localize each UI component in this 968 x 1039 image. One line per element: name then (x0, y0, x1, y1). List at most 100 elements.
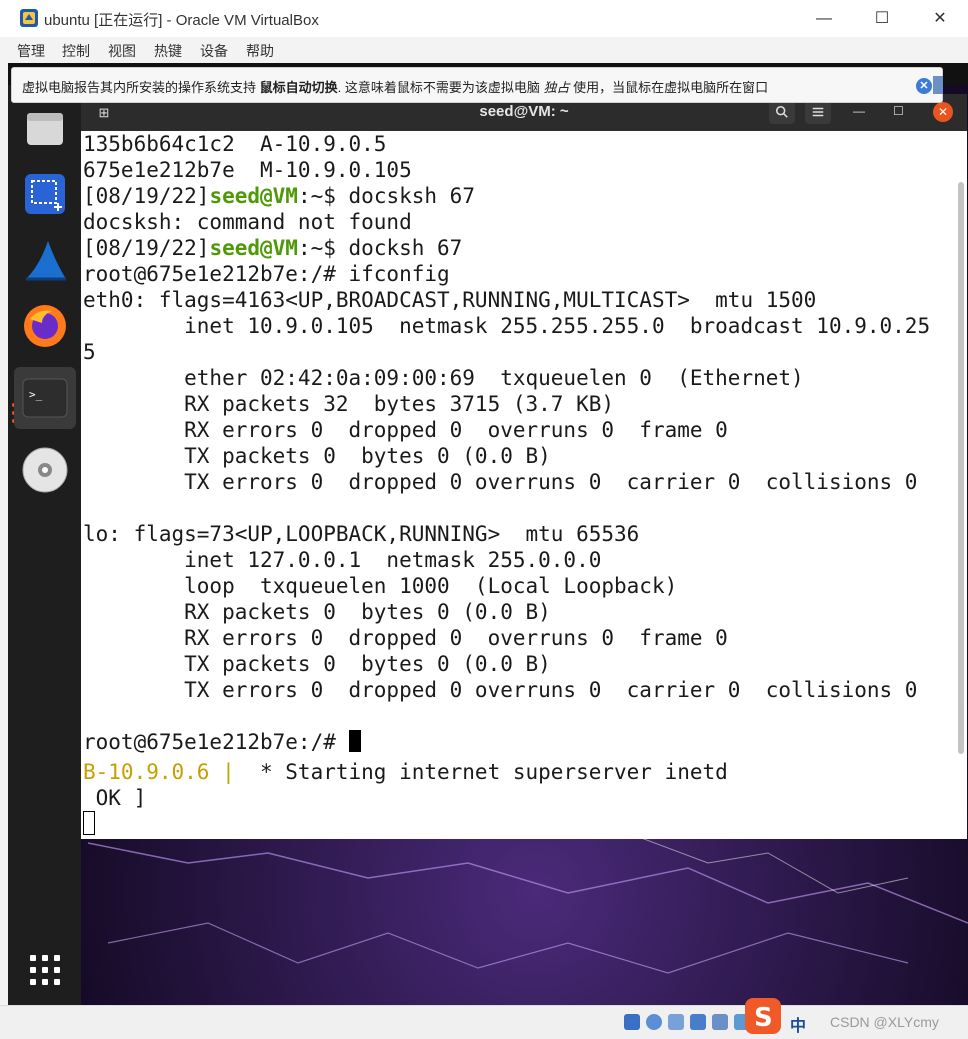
wireshark-app-icon[interactable] (20, 235, 70, 285)
terminal-line: docsksh: command not found (83, 209, 412, 235)
terminal-line: RX errors 0 dropped 0 overruns 0 frame 0 (83, 417, 728, 443)
output-text: TX errors 0 dropped 0 overruns 0 carrier… (83, 678, 918, 702)
prompt-user: seed@VM (209, 236, 298, 260)
output-text: inet 127.0.0.1 netmask 255.0.0.0 (83, 548, 602, 572)
menu-devices[interactable]: 设备 (200, 41, 228, 61)
network-icon[interactable] (690, 1014, 706, 1030)
terminal-line: inet 10.9.0.105 netmask 255.255.255.0 br… (83, 313, 930, 339)
screenshot-app-icon[interactable] (20, 169, 70, 219)
prompt-date: [08/19/22] (83, 184, 210, 208)
output-text: docsksh: command not found (83, 210, 412, 234)
notification-text: 虚拟电脑报告其内所安装的操作系统支持 鼠标自动切换. 这意味着鼠标不需要为该虚拟… (22, 80, 769, 95)
terminal-line: RX packets 32 bytes 3715 (3.7 KB) (83, 391, 614, 417)
notification-close-icon[interactable]: ✕ (916, 78, 932, 94)
search-icon[interactable] (769, 100, 795, 124)
terminal-app-icon[interactable]: >_ (14, 367, 76, 429)
terminal-line: root@675e1e212b7e:/# ifconfig (83, 261, 450, 287)
terminal-line: TX packets 0 bytes 0 (0.0 B) (83, 651, 551, 677)
maximize-icon[interactable]: ☐ (893, 104, 904, 118)
optical-disc-icon[interactable] (20, 445, 70, 495)
terminal-line: TX errors 0 dropped 0 overruns 0 carrier… (83, 677, 917, 703)
hollow-cursor (83, 811, 95, 835)
terminal-line: loop txqueuelen 1000 (Local Loopback) (83, 573, 677, 599)
output-text: 675e1e212b7e M-10.9.0.105 (83, 158, 412, 182)
terminal-window[interactable]: ⊞ seed@VM: ~ — ☐ ✕ 135b6b64c1c2 A-10.9.0… (81, 94, 967, 757)
terminal-line: [08/19/22]seed@VM:~$ docsksh 67 (83, 183, 475, 209)
output-text: RX errors 0 dropped 0 overruns 0 frame 0 (83, 418, 728, 442)
ime-language-indicator[interactable]: 中 (790, 1012, 806, 1036)
close-button[interactable]: ✕ (911, 0, 968, 37)
ubuntu-dock: >_ (8, 85, 81, 1005)
terminal-line: 675e1e212b7e M-10.9.0.105 (83, 157, 412, 183)
output-text: root@675e1e212b7e:/# (83, 730, 349, 754)
files-app-icon[interactable] (20, 103, 70, 153)
output-text: 5 (83, 340, 96, 364)
terminal-line: ether 02:42:0a:09:00:69 txqueuelen 0 (Et… (83, 365, 804, 391)
host-title-bar: ubuntu [正在运行] - Oracle VM VirtualBox — ☐… (0, 0, 968, 37)
menu-control[interactable]: 控制 (62, 41, 90, 61)
output-text: root@675e1e212b7e:/# ifconfig (83, 262, 450, 286)
output-text: 135b6b64c1c2 A-10.9.0.5 (83, 132, 387, 156)
output-text: loop txqueuelen 1000 (Local Loopback) (83, 574, 678, 598)
command-text: docsksh 67 (335, 184, 475, 208)
terminal-line: TX packets 0 bytes 0 (0.0 B) (83, 443, 551, 469)
maximize-button[interactable]: ☐ (853, 0, 911, 37)
output-text: RX errors 0 dropped 0 overruns 0 frame 0 (83, 626, 728, 650)
terminal-line: lo: flags=73<UP,LOOPBACK,RUNNING> mtu 65… (83, 521, 639, 547)
output-text: TX errors 0 dropped 0 overruns 0 carrier… (83, 470, 918, 494)
audio-icon[interactable] (668, 1014, 684, 1030)
mouse-integration-notification: 虚拟电脑报告其内所安装的操作系统支持 鼠标自动切换. 这意味着鼠标不需要为该虚拟… (11, 67, 943, 103)
output-text: RX packets 32 bytes 3715 (3.7 KB) (83, 392, 615, 416)
output-text: TX packets 0 bytes 0 (0.0 B) (83, 652, 551, 676)
vm-screen[interactable]: >_ ⊞ seed@VM: ~ — ☐ ✕ 135b6b64c1c2 A-10.… (8, 63, 968, 1005)
menu-manage[interactable]: 管理 (17, 41, 45, 61)
terminal-scrollbar[interactable] (958, 182, 964, 754)
show-applications-icon[interactable] (30, 955, 60, 985)
output-text: inet 10.9.0.105 netmask 255.255.255.0 br… (83, 314, 931, 338)
usb-icon[interactable] (712, 1014, 728, 1030)
menu-view[interactable]: 视图 (108, 41, 136, 61)
firefox-app-icon[interactable] (20, 301, 70, 351)
watermark-text: CSDN @XLYcmy (830, 1014, 939, 1030)
block-cursor (348, 730, 361, 752)
terminal-close-icon[interactable]: ✕ (933, 102, 953, 122)
minimize-button[interactable]: — (795, 0, 853, 37)
host-menu-bar: 管理 控制 视图 热键 设备 帮助 (0, 37, 968, 63)
output-text: TX packets 0 bytes 0 (0.0 B) (83, 444, 551, 468)
virtualbox-icon (20, 9, 38, 27)
svg-text:S: S (754, 1003, 773, 1033)
background-terminal[interactable]: B-10.9.0.6 | * Starting internet superse… (81, 757, 967, 839)
command-text: docksh 67 (335, 236, 463, 260)
terminal-line: 135b6b64c1c2 A-10.9.0.5 (83, 131, 386, 157)
output-text: lo: flags=73<UP,LOOPBACK,RUNNING> mtu 65… (83, 522, 640, 546)
ok-status-line: OK ] (83, 786, 147, 810)
menu-hotkey[interactable]: 热键 (154, 41, 182, 61)
window-title: ubuntu [正在运行] - Oracle VM VirtualBox (44, 12, 319, 29)
minimize-icon[interactable]: — (853, 104, 865, 118)
svg-text:>_: >_ (29, 388, 43, 401)
terminal-output[interactable]: 135b6b64c1c2 A-10.9.0.5 675e1e212b7e M-10… (81, 131, 957, 757)
terminal-line: RX errors 0 dropped 0 overruns 0 frame 0 (83, 625, 728, 651)
hard-disk-icon[interactable] (624, 1014, 640, 1030)
terminal-line: inet 127.0.0.1 netmask 255.0.0.0 (83, 547, 601, 573)
terminal-line: 5 (83, 339, 96, 365)
terminal-line: [08/19/22]seed@VM:~$ docksh 67 (83, 235, 462, 261)
hamburger-menu-icon[interactable] (805, 100, 831, 124)
sogou-ime-icon[interactable]: S (743, 996, 783, 1036)
terminal-title: seed@VM: ~ (479, 103, 569, 120)
output-text: RX packets 0 bytes 0 (0.0 B) (83, 600, 551, 624)
host-status-bar: S 中 CSDN @XLYcmy (0, 998, 968, 1039)
terminal-line: TX errors 0 dropped 0 overruns 0 carrier… (83, 469, 917, 495)
prompt-path: :~$ (297, 184, 336, 208)
terminal-line: RX packets 0 bytes 0 (0.0 B) (83, 599, 551, 625)
output-text: ether 02:42:0a:09:00:69 txqueuelen 0 (Et… (83, 366, 804, 390)
terminal-line: root@675e1e212b7e:/# (83, 729, 361, 755)
terminal-cursor-line (83, 811, 95, 837)
optical-drive-icon[interactable] (646, 1014, 662, 1030)
terminal-line: eth0: flags=4163<UP,BROADCAST,RUNNING,MU… (83, 287, 816, 313)
menu-help[interactable]: 帮助 (246, 41, 274, 61)
prompt-user: seed@VM (209, 184, 298, 208)
mouse-integration-icon (933, 76, 943, 94)
output-text: eth0: flags=4163<UP,BROADCAST,RUNNING,MU… (83, 288, 817, 312)
prompt-path: :~$ (297, 236, 336, 260)
